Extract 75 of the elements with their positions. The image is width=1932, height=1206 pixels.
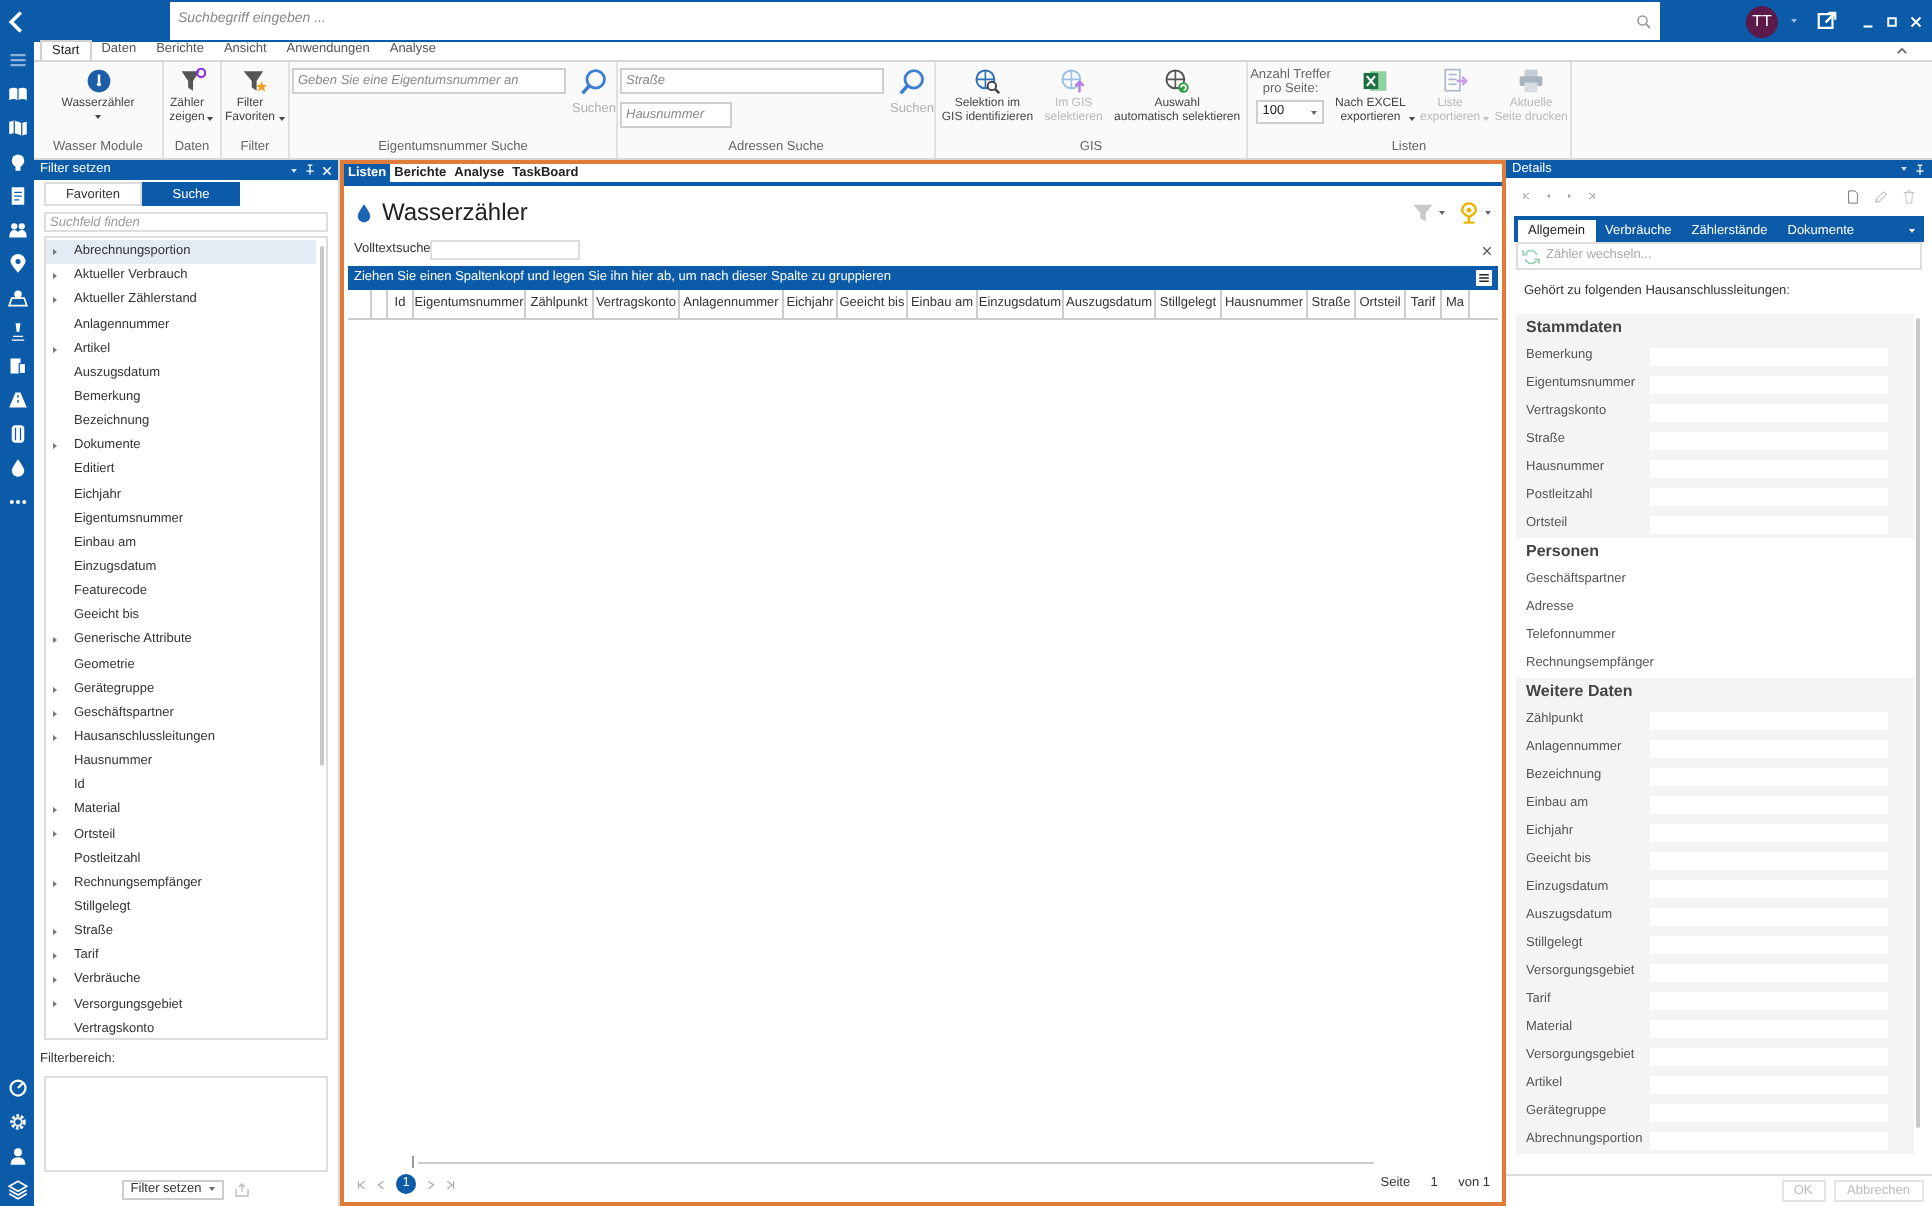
expand-icon[interactable] bbox=[52, 685, 58, 694]
maximize-icon[interactable] bbox=[1886, 15, 1898, 27]
last-page-icon[interactable] bbox=[446, 1179, 456, 1189]
globe-search-icon bbox=[974, 68, 1001, 94]
external-link-icon[interactable] bbox=[1816, 10, 1838, 32]
people-icon[interactable] bbox=[7, 220, 27, 240]
expand-icon[interactable] bbox=[52, 1000, 58, 1009]
settings-icon[interactable] bbox=[7, 1112, 27, 1132]
map-pin-icon[interactable] bbox=[7, 288, 27, 308]
first-record-icon[interactable] bbox=[1522, 192, 1530, 200]
caret-icon[interactable] bbox=[1407, 116, 1416, 122]
expand-icon[interactable] bbox=[52, 806, 58, 815]
expand-icon[interactable] bbox=[52, 733, 58, 742]
expand-icon[interactable] bbox=[52, 928, 58, 936]
collapse-icon[interactable] bbox=[1896, 46, 1908, 56]
expand-icon[interactable] bbox=[52, 296, 58, 305]
water-drop-icon[interactable] bbox=[7, 458, 27, 478]
search-icon bbox=[580, 68, 608, 96]
dashboard-icon[interactable] bbox=[7, 1078, 27, 1098]
caret-icon[interactable] bbox=[1908, 228, 1916, 234]
back-icon[interactable] bbox=[8, 9, 24, 33]
caret-icon[interactable] bbox=[290, 167, 298, 173]
expand-icon[interactable] bbox=[52, 248, 58, 257]
expand-icon[interactable] bbox=[52, 345, 58, 354]
section-heading: Personen bbox=[1524, 540, 1601, 564]
expand-icon[interactable] bbox=[52, 442, 58, 451]
caret-icon[interactable] bbox=[1484, 209, 1492, 215]
globe-arrow-icon bbox=[1060, 68, 1087, 94]
expand-icon[interactable] bbox=[52, 976, 58, 985]
caret-icon[interactable] bbox=[206, 116, 215, 122]
document-icon[interactable] bbox=[7, 186, 27, 206]
spreadsheet-icon bbox=[1362, 68, 1389, 94]
layers-icon[interactable] bbox=[7, 1180, 27, 1200]
cylinder-icon[interactable] bbox=[7, 424, 27, 444]
view-title: Wasserzähler bbox=[382, 196, 530, 230]
refresh-icon bbox=[1522, 247, 1540, 265]
expand-icon[interactable] bbox=[52, 709, 58, 718]
road-icon[interactable] bbox=[7, 390, 27, 410]
first-page-icon[interactable] bbox=[356, 1179, 366, 1189]
caret-icon bbox=[1310, 109, 1319, 115]
water-drop-icon bbox=[354, 201, 374, 223]
user-icon[interactable] bbox=[7, 1146, 27, 1166]
globe-refresh-icon bbox=[1164, 68, 1191, 94]
search-icon[interactable] bbox=[1636, 13, 1652, 29]
location-pin-icon[interactable] bbox=[7, 254, 27, 274]
section-heading: Stammdaten bbox=[1524, 316, 1625, 340]
expand-icon[interactable] bbox=[52, 830, 58, 839]
user-avatar[interactable]: TT bbox=[1746, 5, 1778, 37]
pin-icon[interactable] bbox=[1914, 163, 1926, 175]
device-icon[interactable] bbox=[7, 356, 27, 376]
expand-icon[interactable] bbox=[52, 272, 58, 281]
search-icon bbox=[898, 68, 926, 96]
expand-icon[interactable] bbox=[52, 879, 58, 888]
close-icon[interactable] bbox=[1482, 245, 1492, 255]
caret-icon[interactable] bbox=[1438, 209, 1446, 215]
bulb-icon[interactable] bbox=[7, 152, 27, 172]
section-heading: Weitere Daten bbox=[1524, 680, 1635, 704]
map-icon[interactable] bbox=[7, 118, 27, 138]
caret-icon[interactable] bbox=[277, 116, 285, 122]
printer-icon bbox=[1518, 68, 1545, 94]
new-document-icon[interactable] bbox=[1846, 189, 1860, 203]
water-meter-icon bbox=[85, 68, 111, 94]
last-record-icon[interactable] bbox=[1588, 192, 1596, 200]
caret-icon[interactable] bbox=[94, 114, 102, 120]
search-field[interactable] bbox=[430, 240, 580, 260]
menu-icon[interactable] bbox=[1476, 270, 1492, 286]
pin-icon[interactable] bbox=[304, 164, 316, 176]
list-export-icon bbox=[1442, 68, 1469, 94]
expand-icon[interactable] bbox=[52, 636, 58, 645]
caret-icon bbox=[207, 1186, 216, 1193]
funnel-icon bbox=[179, 68, 205, 94]
caret-icon[interactable] bbox=[1900, 166, 1908, 172]
expand-icon[interactable] bbox=[52, 952, 58, 961]
book-icon[interactable] bbox=[7, 84, 27, 104]
funnel-star-icon bbox=[241, 68, 268, 94]
